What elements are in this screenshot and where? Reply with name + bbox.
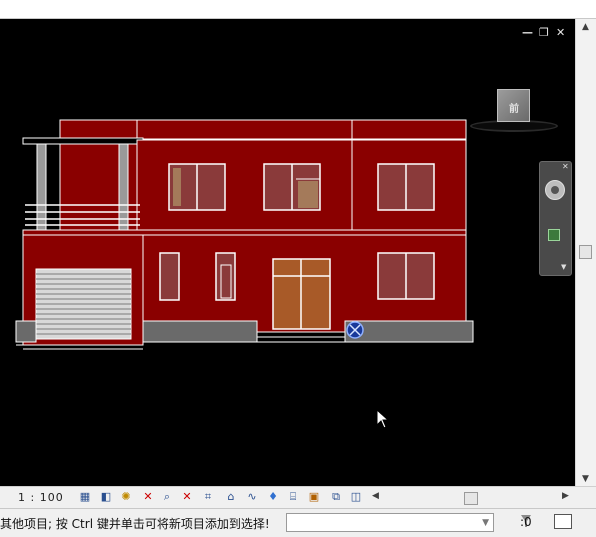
- entry-steps: [256, 331, 346, 343]
- building-elevation[interactable]: [0, 19, 575, 486]
- lower-window-2: [215, 252, 236, 301]
- scroll-left-arrow-icon[interactable]: ◀: [372, 491, 379, 501]
- upper-window-3: [377, 163, 435, 211]
- lower-window-1: [159, 252, 180, 301]
- shadows-icon[interactable]: ✕: [141, 490, 155, 504]
- survey-point-marker: [346, 321, 364, 339]
- nav-bar-menu-icon[interactable]: ▼: [561, 263, 566, 271]
- upper-window-1: [168, 163, 226, 211]
- nav-bar-close-icon[interactable]: ✕: [562, 162, 569, 171]
- worksharing-icon[interactable]: ♦: [266, 490, 280, 504]
- scroll-down-arrow-icon[interactable]: ▼: [582, 474, 589, 484]
- view-scale[interactable]: 1 : 100: [18, 491, 64, 504]
- column-right: [118, 143, 129, 231]
- canopy-roof: [22, 137, 144, 145]
- lower-window-3: [377, 252, 435, 300]
- horizontal-scrollbar[interactable]: ◀ ▶: [372, 491, 576, 505]
- reveal-hidden-icon[interactable]: ∿: [245, 490, 259, 504]
- vertical-scroll-thumb[interactable]: [579, 245, 592, 259]
- steering-wheel-icon[interactable]: [545, 180, 565, 200]
- plinth-mid: [142, 320, 258, 343]
- status-bar: 其他项目; 按 Ctrl 键并单击可将新项目添加到选择! ▼ :0: [0, 508, 596, 537]
- visual-style-icon[interactable]: ◧: [99, 490, 113, 504]
- filter-count: :0: [520, 515, 532, 529]
- viewcube[interactable]: 前: [497, 89, 530, 122]
- drawing-viewport[interactable]: — ❐ ✕ 前 ✕ ▼: [0, 19, 575, 486]
- view-control-bar: 1 : 100 ▦ ◧ ✺ ✕ ⌕ ✕ ⌗ ⌂ ∿ ♦ ⌸ ▣ ⧉ ◫ ◀ ▶: [0, 486, 596, 509]
- show-crop-icon[interactable]: ⌗: [201, 490, 215, 504]
- entry-door: [272, 258, 331, 330]
- properties-icon[interactable]: [554, 514, 572, 529]
- window-title-strip: [0, 0, 596, 19]
- crop-view-icon[interactable]: ✕: [180, 490, 194, 504]
- vertical-scrollbar[interactable]: ▲ ▼: [575, 19, 596, 486]
- reveal-constraints-icon[interactable]: ⧉: [329, 490, 343, 504]
- parapet: [59, 119, 467, 140]
- sun-path-icon[interactable]: ✺: [119, 490, 133, 504]
- rendering-icon[interactable]: ⌕: [160, 490, 174, 504]
- detail-level-icon[interactable]: ▦: [78, 490, 92, 504]
- scroll-up-arrow-icon[interactable]: ▲: [582, 22, 589, 32]
- analytical-model-icon[interactable]: ⌸: [286, 490, 300, 504]
- viewcube-face-label: 前: [509, 104, 519, 115]
- column-left: [36, 143, 47, 231]
- horizontal-scroll-thumb[interactable]: [464, 492, 478, 505]
- plinth-right: [344, 320, 474, 343]
- highlight-displacement-icon[interactable]: ▣: [307, 490, 321, 504]
- workset-combo[interactable]: ▼: [286, 513, 494, 532]
- garage-roller-door: [35, 268, 132, 340]
- scroll-right-arrow-icon[interactable]: ▶: [562, 491, 569, 501]
- status-message: 其他项目; 按 Ctrl 键并单击可将新项目添加到选择!: [0, 517, 270, 531]
- chevron-down-icon[interactable]: ▼: [482, 518, 489, 528]
- floor-slab: [22, 229, 467, 236]
- temporary-view-icon[interactable]: ◫: [349, 490, 363, 504]
- upper-window-2: [263, 163, 321, 211]
- plinth-left: [15, 320, 37, 343]
- temporary-hide-icon[interactable]: ⌂: [224, 490, 238, 504]
- zoom-icon[interactable]: [548, 229, 560, 241]
- navigation-bar: ✕ ▼: [539, 161, 572, 276]
- mouse-cursor-icon: [376, 409, 390, 429]
